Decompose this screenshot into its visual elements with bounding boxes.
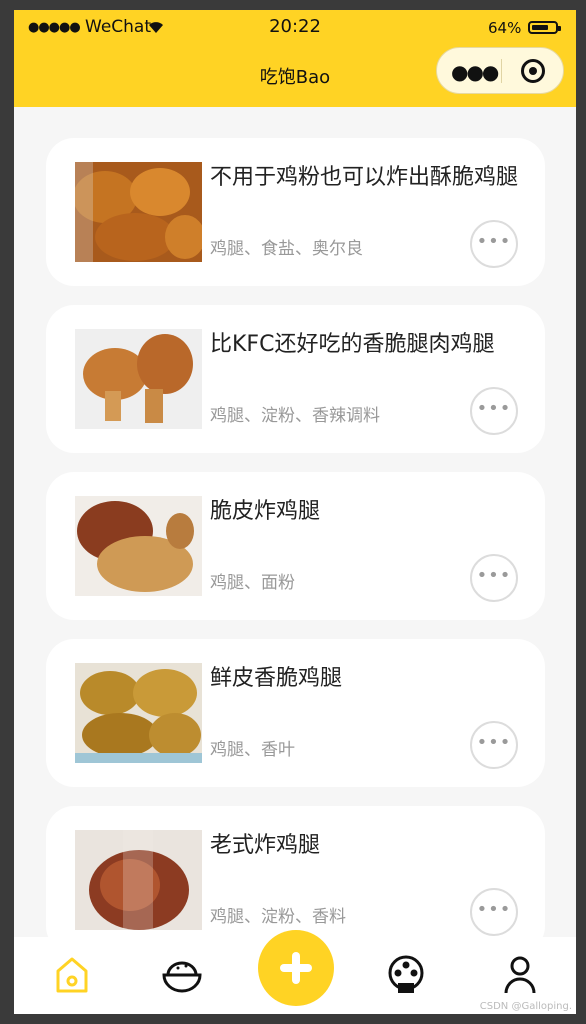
battery-percent: 64% — [488, 19, 522, 37]
more-button[interactable]: ••• — [470, 554, 518, 602]
header: ●●●●● WeChat 20:22 64% 吃饱Bao ●●● — [14, 10, 576, 107]
capsule-divider — [501, 59, 502, 83]
recipe-name: 老式炸鸡腿 — [210, 833, 321, 858]
mini-program-capsule: ●●● — [436, 47, 564, 94]
recipe-name: 不用于鸡粉也可以炸出酥脆鸡腿 — [210, 165, 519, 190]
add-icon — [280, 952, 312, 984]
recipe-list: 不用于鸡粉也可以炸出酥脆鸡腿 鸡腿、食盐、奥尔良 ••• 比KFC还好吃的香脆腿… — [46, 138, 545, 973]
recipe-ingredients: 鸡腿、面粉 — [210, 573, 295, 593]
status-bar: ●●●●● WeChat 20:22 64% — [14, 10, 576, 44]
recipe-name: 脆皮炸鸡腿 — [210, 499, 321, 524]
recipe-ingredients: 鸡腿、食盐、奥尔良 — [210, 239, 363, 259]
recipe-name: 鲜皮香脆鸡腿 — [210, 666, 343, 691]
more-dots-icon[interactable]: ●●● — [451, 60, 499, 84]
more-button[interactable]: ••• — [470, 387, 518, 435]
recipe-thumbnail — [75, 663, 202, 763]
recipe-ingredients: 鸡腿、淀粉、香辣调料 — [210, 406, 380, 426]
recipe-name: 比KFC还好吃的香脆腿肉鸡腿 — [210, 332, 495, 357]
target-icon[interactable] — [521, 59, 545, 83]
recipe-ingredients: 鸡腿、香叶 — [210, 740, 295, 760]
more-button[interactable]: ••• — [470, 721, 518, 769]
add-button[interactable] — [258, 930, 334, 1006]
recipe-thumbnail — [75, 496, 202, 596]
recipe-card[interactable]: 脆皮炸鸡腿 鸡腿、面粉 ••• — [46, 472, 545, 620]
recipe-thumbnail — [75, 830, 202, 930]
battery-icon — [528, 21, 561, 34]
recipe-card[interactable]: 比KFC还好吃的香脆腿肉鸡腿 鸡腿、淀粉、香辣调料 ••• — [46, 305, 545, 453]
app-screen: ●●●●● WeChat 20:22 64% 吃饱Bao ●●● 不用于鸡粉也可… — [14, 10, 576, 1014]
recipe-thumbnail — [75, 329, 202, 429]
recipe-ingredients: 鸡腿、淀粉、香料 — [210, 907, 346, 927]
rice-bowl-icon[interactable] — [160, 953, 204, 997]
more-button[interactable]: ••• — [470, 888, 518, 936]
recipe-thumbnail — [75, 162, 202, 262]
recipe-card[interactable]: 不用于鸡粉也可以炸出酥脆鸡腿 鸡腿、食盐、奥尔良 ••• — [46, 138, 545, 286]
film-reel-icon[interactable] — [384, 953, 428, 997]
watermark: CSDN @Galloping. — [479, 1001, 572, 1012]
user-icon[interactable] — [498, 953, 542, 997]
home-icon[interactable] — [50, 953, 94, 997]
recipe-card[interactable]: 鲜皮香脆鸡腿 鸡腿、香叶 ••• — [46, 639, 545, 787]
more-button[interactable]: ••• — [470, 220, 518, 268]
